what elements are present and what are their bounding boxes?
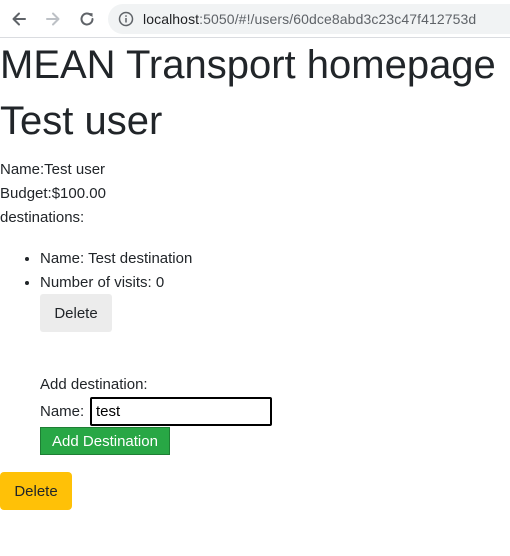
- page-content: MEAN Transport homepage Test user Name:T…: [0, 38, 510, 556]
- address-bar[interactable]: localhost:5050/#!/users/60dce8abd3c23c47…: [108, 4, 510, 34]
- delete-user-button[interactable]: Delete: [0, 472, 72, 510]
- forward-arrow-icon: [46, 12, 60, 26]
- user-name-line: Name:Test user: [0, 161, 106, 178]
- destination-name-input[interactable]: [90, 397, 272, 426]
- destinations-list: Name: Test destination Number of visits:…: [0, 247, 510, 295]
- destination-name-item: Name: Test destination: [40, 247, 510, 271]
- delete-destination-button[interactable]: Delete: [40, 294, 112, 332]
- url-path: :5050/#!/users/60dce8abd3c23c47f412753d: [199, 11, 477, 27]
- user-heading: Test user: [0, 99, 163, 143]
- destination-name-label: Name:: [40, 403, 85, 420]
- add-destination-button[interactable]: Add Destination: [40, 427, 170, 455]
- forward-button[interactable]: [42, 8, 64, 30]
- add-destination-title: Add destination:: [40, 376, 148, 393]
- back-button[interactable]: [8, 8, 30, 30]
- browser-toolbar: localhost:5050/#!/users/60dce8abd3c23c47…: [0, 0, 510, 38]
- destination-visits-item: Number of visits: 0: [40, 271, 510, 295]
- back-arrow-icon: [12, 12, 26, 26]
- destinations-label: destinations:: [0, 209, 85, 226]
- page-title: MEAN Transport homepage: [0, 43, 496, 87]
- url-host: localhost: [143, 11, 200, 27]
- site-info-icon[interactable]: [118, 11, 134, 27]
- url-text: localhost:5050/#!/users/60dce8abd3c23c47…: [143, 10, 476, 28]
- reload-icon: [80, 12, 94, 26]
- user-budget-line: Budget:$100.00: [0, 185, 106, 202]
- reload-button[interactable]: [76, 8, 98, 30]
